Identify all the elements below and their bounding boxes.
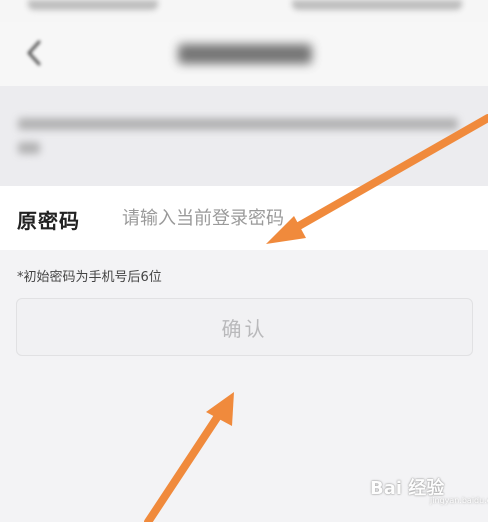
baidu-jingyan-watermark: Bai 经验 jingyan.baidu.com [364,470,488,508]
back-arrow-icon[interactable] [22,38,46,68]
confirm-button[interactable]: 确认 [16,298,473,356]
arrow-shaft [144,406,226,522]
description-line [18,118,458,130]
old-password-row: 原密码 [0,186,488,250]
status-bar [0,0,488,22]
password-hint: *初始密码为手机号后6位 [17,270,162,285]
description-blurred [0,86,488,186]
status-bar-right-blur [292,0,462,10]
status-bar-left-blur [28,0,158,10]
nav-bar [0,22,488,86]
old-password-label: 原密码 [17,209,80,233]
old-password-input[interactable] [112,200,382,236]
watermark-url: jingyan.baidu.com [430,496,488,505]
page-title-blurred [178,44,312,64]
description-line [18,142,40,154]
arrow-head [206,392,234,426]
arrow-to-confirm-button [144,392,234,522]
change-password-screen: 原密码 *初始密码为手机号后6位 确认 Bai 经验 jingyan.baidu… [0,0,488,522]
